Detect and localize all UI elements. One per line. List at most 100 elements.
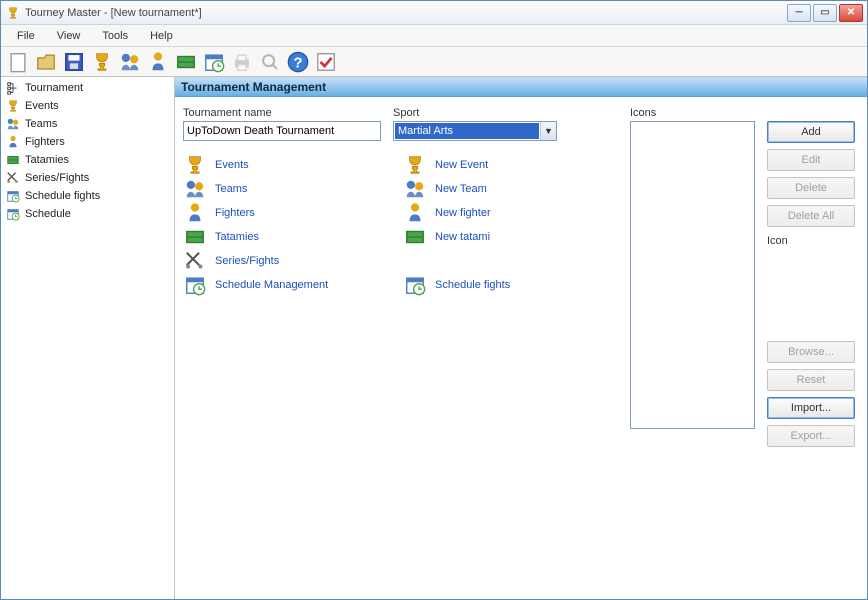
link-tatamies[interactable]: Tatamies: [183, 225, 373, 249]
sidebar: Tournament Events Teams Fighters Tatamies Ser…: [1, 77, 175, 599]
sidebar-item-series-fights[interactable]: Series/Fights: [1, 169, 174, 187]
title-bar: Tourney Master - [New tournament*] ─ ▭ ✕: [1, 1, 867, 25]
menu-tools[interactable]: Tools: [94, 28, 136, 44]
menu-bar: File View Tools Help: [1, 25, 867, 47]
link-schedule-management[interactable]: Schedule Management: [183, 273, 373, 297]
teams-icon: [403, 177, 427, 201]
link-new-event[interactable]: New Event: [403, 153, 510, 177]
fighter-button[interactable]: [145, 49, 171, 75]
sidebar-item-label: Fighters: [25, 136, 65, 148]
link-new-team[interactable]: New Team: [403, 177, 510, 201]
link-new-tatami[interactable]: New tatami: [403, 225, 510, 249]
sidebar-item-fighters[interactable]: Fighters: [1, 133, 174, 151]
add-button[interactable]: Add: [767, 121, 855, 143]
fighter-icon: [403, 201, 427, 225]
tatami-icon: [5, 152, 21, 168]
sidebar-item-tournament[interactable]: Tournament: [1, 79, 174, 97]
tatami-icon: [403, 225, 427, 249]
save-button[interactable]: [61, 49, 87, 75]
fighter-icon: [5, 134, 21, 150]
link-events[interactable]: Events: [183, 153, 373, 177]
icon-label: Icon: [767, 235, 855, 247]
swords-icon: [183, 249, 207, 273]
sidebar-item-label: Series/Fights: [25, 172, 89, 184]
edit-button[interactable]: Edit: [767, 149, 855, 171]
reset-button[interactable]: Reset: [767, 369, 855, 391]
sidebar-item-label: Tournament: [25, 82, 83, 94]
sidebar-item-label: Events: [25, 100, 59, 112]
app-icon: [5, 5, 21, 21]
menu-help[interactable]: Help: [142, 28, 181, 44]
trophy-icon: [5, 98, 21, 114]
link-new-fighter[interactable]: New fighter: [403, 201, 510, 225]
check-button[interactable]: [313, 49, 339, 75]
link-label: Teams: [215, 183, 247, 195]
name-label: Tournament name: [183, 107, 381, 119]
icons-listbox[interactable]: [630, 121, 755, 429]
teams-icon: [5, 116, 21, 132]
link-label: Schedule Management: [215, 279, 328, 291]
new-button[interactable]: [5, 49, 31, 75]
sidebar-item-tatamies[interactable]: Tatamies: [1, 151, 174, 169]
schedule-button[interactable]: [201, 49, 227, 75]
maximize-button[interactable]: ▭: [813, 4, 837, 22]
icons-label: Icons: [630, 107, 867, 119]
minimize-button[interactable]: ─: [787, 4, 811, 22]
sidebar-item-label: Schedule fights: [25, 190, 100, 202]
sidebar-item-label: Schedule: [25, 208, 71, 220]
link-label: New fighter: [435, 207, 491, 219]
tournament-name-input[interactable]: [183, 121, 381, 141]
schedule-icon: [5, 206, 21, 222]
link-teams[interactable]: Teams: [183, 177, 373, 201]
link-label: Fighters: [215, 207, 255, 219]
link-label: New tatami: [435, 231, 490, 243]
link-series-fights[interactable]: Series/Fights: [183, 249, 373, 273]
open-button[interactable]: [33, 49, 59, 75]
trophy-icon: [403, 153, 427, 177]
link-schedule-fights[interactable]: Schedule fights: [403, 273, 510, 297]
toolbar: [1, 47, 867, 77]
browse-button[interactable]: Browse...: [767, 341, 855, 363]
sidebar-item-schedule[interactable]: Schedule: [1, 205, 174, 223]
sport-selected: Martial Arts: [395, 123, 539, 139]
link-label: Schedule fights: [435, 279, 510, 291]
teams-icon: [183, 177, 207, 201]
print-button[interactable]: [229, 49, 255, 75]
sport-label: Sport: [393, 107, 557, 119]
sidebar-item-schedule-fights[interactable]: Schedule fights: [1, 187, 174, 205]
sidebar-item-events[interactable]: Events: [1, 97, 174, 115]
close-button[interactable]: ✕: [839, 4, 863, 22]
export-button[interactable]: Export...: [767, 425, 855, 447]
tournament-icon: [5, 80, 21, 96]
chevron-down-icon[interactable]: ▼: [540, 122, 556, 140]
window-title: Tourney Master - [New tournament*]: [25, 7, 787, 19]
delete-button[interactable]: Delete: [767, 177, 855, 199]
section-header: Tournament Management: [175, 77, 867, 97]
link-fighters[interactable]: Fighters: [183, 201, 373, 225]
menu-file[interactable]: File: [9, 28, 43, 44]
schedule-icon: [5, 188, 21, 204]
swords-icon: [5, 170, 21, 186]
fighter-icon: [183, 201, 207, 225]
schedule-icon: [183, 273, 207, 297]
search-button[interactable]: [257, 49, 283, 75]
link-label: New Event: [435, 159, 488, 171]
teams-button[interactable]: [117, 49, 143, 75]
tatami-button[interactable]: [173, 49, 199, 75]
sport-combobox[interactable]: Martial Arts ▼: [393, 121, 557, 141]
sidebar-item-teams[interactable]: Teams: [1, 115, 174, 133]
sidebar-item-label: Tatamies: [25, 154, 69, 166]
trophy-button[interactable]: [89, 49, 115, 75]
import-button[interactable]: Import...: [767, 397, 855, 419]
menu-view[interactable]: View: [49, 28, 89, 44]
link-label: Series/Fights: [215, 255, 279, 267]
link-label: Events: [215, 159, 249, 171]
tatami-icon: [183, 225, 207, 249]
trophy-icon: [183, 153, 207, 177]
link-label: Tatamies: [215, 231, 259, 243]
delete-all-button[interactable]: Delete All: [767, 205, 855, 227]
section-title: Tournament Management: [181, 80, 326, 94]
help-button[interactable]: [285, 49, 311, 75]
link-label: New Team: [435, 183, 487, 195]
sidebar-item-label: Teams: [25, 118, 57, 130]
